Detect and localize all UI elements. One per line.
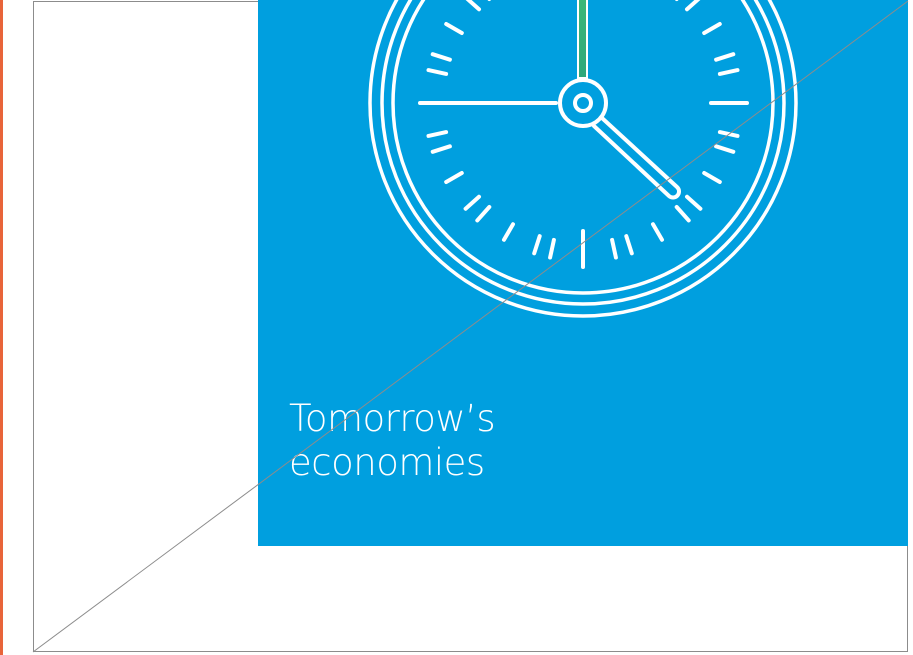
clock-tick	[475, 205, 492, 223]
document-page: Tomorrow’s economies	[0, 0, 913, 655]
clock-tick	[714, 52, 736, 62]
clock-tick	[426, 68, 449, 76]
clock-tick	[717, 68, 740, 76]
clock-tick	[702, 171, 722, 184]
clock-tick	[463, 194, 481, 211]
cover-title-line2: economies	[289, 441, 485, 484]
clock-tick	[702, 22, 722, 35]
clock-tick	[444, 171, 464, 184]
clock-tick	[651, 222, 664, 242]
clock-tick	[430, 52, 452, 62]
clock-tick	[426, 130, 449, 138]
clock-tick	[685, 0, 701, 12]
clock-tick	[717, 130, 740, 138]
clock-tick	[685, 194, 703, 211]
second-hand	[579, 0, 586, 77]
clock-tick	[502, 222, 515, 242]
left-accent-rule	[0, 0, 3, 655]
clock-tick	[548, 237, 556, 260]
clock-tick	[610, 237, 618, 260]
clock-tick	[465, 0, 481, 12]
cover-title-line1: Tomorrow’s	[289, 397, 496, 440]
clock-tick	[624, 234, 634, 256]
cover-title: Tomorrow’s economies	[289, 397, 496, 485]
clock-tick	[430, 144, 452, 154]
clock-tick	[674, 205, 691, 223]
clock-tick	[532, 234, 542, 256]
clock-tick	[444, 22, 464, 35]
clock-tick	[714, 144, 736, 154]
